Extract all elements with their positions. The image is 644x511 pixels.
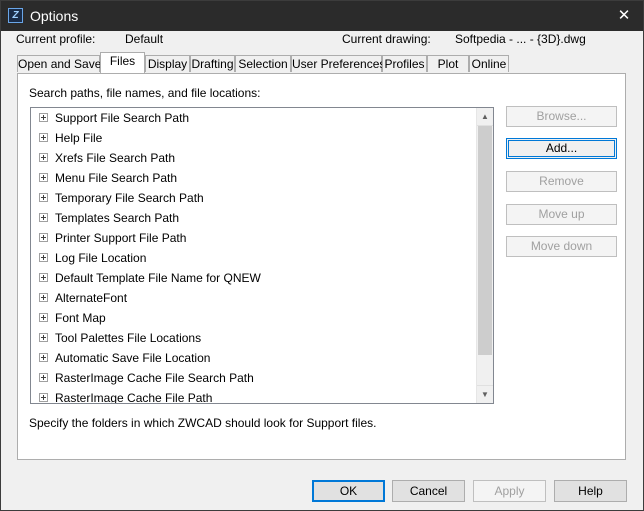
tree-item-templates-search-path[interactable]: Templates Search Path [31,208,476,228]
tree-item-rasterimage-cache-search-path[interactable]: RasterImage Cache File Search Path [31,368,476,388]
tree-item-temporary-file-search-path[interactable]: Temporary File Search Path [31,188,476,208]
expand-plus-icon[interactable] [39,333,48,342]
help-button[interactable]: Help [554,480,627,502]
move-up-button[interactable]: Move up [506,204,617,225]
expand-plus-icon[interactable] [39,173,48,182]
tab-display[interactable]: Display [145,55,190,72]
tab-plot[interactable]: Plot [427,55,469,72]
tree-item-rasterimage-cache-file-path[interactable]: RasterImage Cache File Path [31,388,476,404]
tree-item-printer-support-file-path[interactable]: Printer Support File Path [31,228,476,248]
tree-item-support-file-search-path[interactable]: Support File Search Path [31,108,476,128]
tab-open-and-save[interactable]: Open and Save [17,55,101,72]
tree-item-log-file-location[interactable]: Log File Location [31,248,476,268]
tree-item-label: Help File [55,131,103,145]
title-bar: Z Options ✕ [1,1,643,31]
tree-item-alternate-font[interactable]: AlternateFont [31,288,476,308]
tab-online[interactable]: Online [469,55,509,72]
move-down-button[interactable]: Move down [506,236,617,257]
expand-plus-icon[interactable] [39,373,48,382]
close-icon[interactable]: ✕ [609,4,639,28]
files-tab-panel: Search paths, file names, and file locat… [17,73,626,460]
tree-item-menu-file-search-path[interactable]: Menu File Search Path [31,168,476,188]
expand-plus-icon[interactable] [39,313,48,322]
app-logo-icon: Z [8,8,23,23]
files-caption: Search paths, file names, and file locat… [29,86,261,100]
tree-item-automatic-save-file-location[interactable]: Automatic Save File Location [31,348,476,368]
browse-button[interactable]: Browse... [506,106,617,127]
expand-plus-icon[interactable] [39,153,48,162]
tree-item-font-map[interactable]: Font Map [31,308,476,328]
expand-plus-icon[interactable] [39,193,48,202]
current-profile-value: Default [125,32,164,46]
tree-item-label: Support File Search Path [55,111,190,125]
tree-item-default-template-file-name[interactable]: Default Template File Name for QNEW [31,268,476,288]
expand-plus-icon[interactable] [39,293,48,302]
expand-plus-icon[interactable] [39,253,48,262]
add-button[interactable]: Add... [506,138,617,159]
tree-item-label: Automatic Save File Location [55,351,211,365]
expand-plus-icon[interactable] [39,113,48,122]
expand-plus-icon[interactable] [39,273,48,282]
window-title: Options [30,8,79,24]
expand-plus-icon[interactable] [39,213,48,222]
apply-button[interactable]: Apply [473,480,546,502]
tree-scrollbar[interactable]: ▲ ▼ [476,108,493,403]
tab-user-preferences[interactable]: User Preferences [291,55,385,72]
expand-plus-icon[interactable] [39,233,48,242]
expand-plus-icon[interactable] [39,133,48,142]
ok-button[interactable]: OK [312,480,385,502]
tree-item-label: AlternateFont [55,291,128,305]
cancel-button[interactable]: Cancel [392,480,465,502]
tree-item-label: RasterImage Cache File Search Path [55,371,254,385]
current-profile-label: Current profile: [16,32,96,46]
tree-item-label: Default Template File Name for QNEW [55,271,261,285]
scroll-thumb[interactable] [478,126,492,355]
tree-item-label: Log File Location [55,251,147,265]
tree-item-label: Font Map [55,311,106,325]
expand-plus-icon[interactable] [39,393,48,402]
tree-item-xrefs-file-search-path[interactable]: Xrefs File Search Path [31,148,476,168]
tree-item-label: Menu File Search Path [55,171,178,185]
scroll-up-arrow-icon[interactable]: ▲ [477,108,493,126]
tree-item-label: Printer Support File Path [55,231,187,245]
tree-item-tool-palettes-file-locations[interactable]: Tool Palettes File Locations [31,328,476,348]
file-locations-tree[interactable]: Support File Search Path Help File Xrefs… [30,107,494,404]
remove-button[interactable]: Remove [506,171,617,192]
tree-item-help-file[interactable]: Help File [31,128,476,148]
options-dialog: Z Options ✕ Current profile: Default Cur… [0,0,644,511]
current-drawing-value: Softpedia - ... - {3D}.dwg [455,32,586,46]
tab-profiles[interactable]: Profiles [382,55,427,72]
tab-selection[interactable]: Selection [235,55,291,72]
current-drawing-label: Current drawing: [342,32,431,46]
tree-item-label: RasterImage Cache File Path [55,391,213,404]
scroll-down-arrow-icon[interactable]: ▼ [477,385,493,403]
tab-files[interactable]: Files [100,52,145,73]
tree-item-label: Temporary File Search Path [55,191,204,205]
expand-plus-icon[interactable] [39,353,48,362]
files-hint-text: Specify the folders in which ZWCAD shoul… [29,416,377,430]
tree-item-label: Xrefs File Search Path [55,151,176,165]
tree-item-label: Tool Palettes File Locations [55,331,202,345]
tab-drafting[interactable]: Drafting [190,55,235,72]
tree-item-label: Templates Search Path [55,211,180,225]
